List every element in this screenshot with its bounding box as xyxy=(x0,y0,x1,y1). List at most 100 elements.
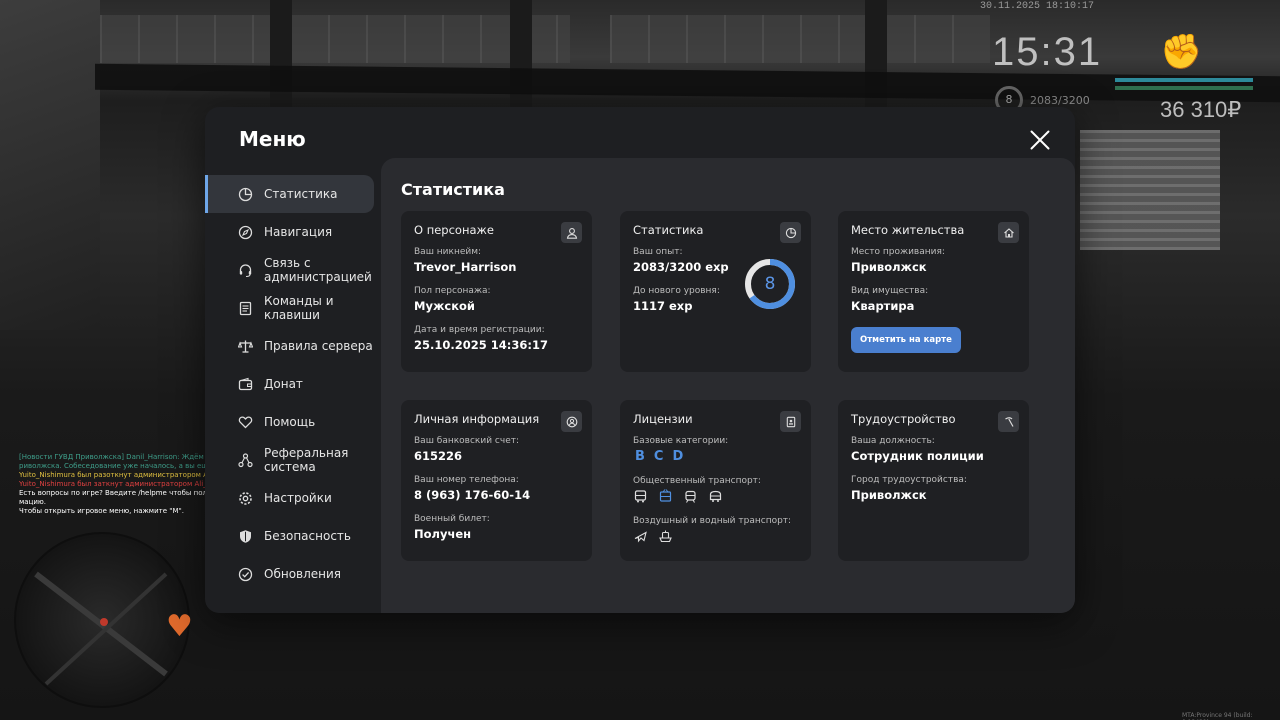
nickname-value: Trevor_Harrison xyxy=(414,260,517,274)
base-categories-label: Базовые категории: xyxy=(633,436,729,446)
user-icon xyxy=(561,222,582,243)
heart-hand-icon xyxy=(238,415,253,430)
card-title: Лицензии xyxy=(633,412,693,426)
background-window xyxy=(100,15,570,63)
sidebar-item-label: Донат xyxy=(264,377,303,391)
sidebar-item[interactable]: Реферальная система xyxy=(205,441,381,479)
position-label: Ваша должность: xyxy=(851,436,935,446)
pie-icon xyxy=(238,187,253,202)
tram-icon xyxy=(683,489,698,504)
game-menu: Меню Статистика Навигация Связь с админист… xyxy=(205,107,1075,613)
sidebar-item[interactable]: Навигация xyxy=(205,213,381,251)
heart-icon: ♥ xyxy=(166,609,193,644)
level-number: 8 xyxy=(764,274,776,294)
sidebar-item-label: Помощь xyxy=(264,415,316,429)
sidebar-item-label: Статистика xyxy=(264,187,338,201)
sidebar-item-label: Обновления xyxy=(264,567,342,581)
exp-label: Ваш опыт: xyxy=(633,247,683,257)
card-title: Личная информация xyxy=(414,412,540,426)
public-transport-label: Общественный транспорт: xyxy=(633,476,761,486)
sidebar-item-label: Реферальная система xyxy=(264,446,349,474)
sidebar-item-label: Команды и клавиши xyxy=(264,294,334,322)
sidebar-item[interactable]: Статистика xyxy=(205,175,374,213)
sidebar-item[interactable]: Донат xyxy=(205,365,381,403)
shield-icon xyxy=(238,529,253,544)
registration-value: 25.10.2025 14:36:17 xyxy=(414,338,548,352)
property-label: Вид имущества: xyxy=(851,286,929,296)
license-category: B xyxy=(635,449,645,464)
compass-icon xyxy=(238,225,253,240)
background-wall xyxy=(0,0,100,330)
sidebar-item[interactable]: Настройки xyxy=(205,479,381,517)
headset-icon xyxy=(238,263,253,278)
bank-value: 615226 xyxy=(414,449,463,463)
card-character: О персонаже Ваш никнейм: Trevor_Harrison… xyxy=(401,211,592,372)
military-label: Военный билет: xyxy=(414,514,490,524)
gear-icon xyxy=(238,491,253,506)
wallet-icon xyxy=(238,377,253,392)
sidebar-item[interactable]: Правила сервера xyxy=(205,327,381,365)
content-panel: Статистика О персонаже Ваш никнейм: Trev… xyxy=(381,158,1075,613)
military-value: Получен xyxy=(414,527,472,541)
license-category: C xyxy=(653,449,664,464)
build-info: MTA:Province 94 (build: 0.12421) xyxy=(1182,712,1253,720)
sidebar-item-label: Навигация xyxy=(264,225,333,239)
id-icon xyxy=(561,411,582,432)
sidebar-item[interactable]: Команды и клавиши xyxy=(205,289,381,327)
work-city-value: Приволжск xyxy=(851,488,927,502)
background-door xyxy=(1080,130,1220,250)
sidebar-item[interactable]: Помощь xyxy=(205,403,381,441)
card-employment: Трудоустройство Ваша должность: Сотрудни… xyxy=(838,400,1029,561)
sidebar-item[interactable]: Обновления xyxy=(205,555,381,593)
badge-icon xyxy=(780,411,801,432)
city-value: Приволжск xyxy=(851,260,927,274)
phone-value: 8 (963) 176-60-14 xyxy=(414,488,531,502)
card-licenses: Лицензии Базовые категории: B C D Общест… xyxy=(620,400,811,561)
minimap xyxy=(14,532,190,708)
sidebar-item-label: Связь с администрацией xyxy=(264,256,372,284)
sidebar-item-label: Безопасность xyxy=(264,529,351,543)
close-icon[interactable] xyxy=(1029,129,1051,151)
document-icon xyxy=(238,301,253,316)
property-value: Квартира xyxy=(851,299,915,313)
hud-exp: 2083/3200 xyxy=(1030,94,1090,107)
nickname-label: Ваш никнейм: xyxy=(414,247,482,257)
sidebar-item[interactable]: Связь с администрацией xyxy=(205,251,381,289)
gender-value: Мужской xyxy=(414,299,475,313)
card-personal: Личная информация Ваш банковский счет: 6… xyxy=(401,400,592,561)
trolleybus-icon xyxy=(658,489,673,504)
phone-label: Ваш номер телефона: xyxy=(414,475,519,485)
work-city-label: Город трудоустройства: xyxy=(851,475,967,485)
mark-on-map-button[interactable]: Отметить на карте xyxy=(851,327,961,353)
card-title: Трудоустройство xyxy=(851,412,956,426)
pie-icon xyxy=(780,222,801,243)
card-title: Статистика xyxy=(633,223,704,237)
card-residence: Место жительства Место проживания: Приво… xyxy=(838,211,1029,372)
scales-icon xyxy=(238,339,253,354)
hud-clock: 15:31 xyxy=(992,30,1103,74)
card-title: Место жительства xyxy=(851,223,965,237)
fist-icon: ✊ xyxy=(1160,32,1203,72)
content-title: Статистика xyxy=(401,180,505,199)
pickaxe-icon xyxy=(998,411,1019,432)
sidebar-item-label: Настройки xyxy=(264,491,332,505)
hud-health-bar xyxy=(1115,86,1253,90)
license-category: D xyxy=(672,449,684,464)
background-window xyxy=(610,15,990,63)
hud-money: 36 310₽ xyxy=(1160,97,1242,122)
card-title: О персонаже xyxy=(414,223,494,237)
menu-title: Меню xyxy=(239,127,306,151)
house-icon xyxy=(998,222,1019,243)
sidebar-item[interactable]: Безопасность xyxy=(205,517,381,555)
menu-sidebar: Статистика Навигация Связь с администрацие… xyxy=(205,175,381,593)
public-transport-icons xyxy=(633,489,798,504)
position-value: Сотрудник полиции xyxy=(851,449,984,463)
ship-icon xyxy=(658,529,673,544)
gender-label: Пол персонажа: xyxy=(414,286,491,296)
bank-label: Ваш банковский счет: xyxy=(414,436,520,446)
bus-icon xyxy=(633,489,648,504)
city-label: Место проживания: xyxy=(851,247,945,257)
card-stats: Статистика Ваш опыт: 2083/3200 exp До но… xyxy=(620,211,811,372)
hud-datetime: 30.11.2025 18:10:17 xyxy=(980,1,1095,12)
air-water-transport-label: Воздушный и водный транспорт: xyxy=(633,516,792,526)
